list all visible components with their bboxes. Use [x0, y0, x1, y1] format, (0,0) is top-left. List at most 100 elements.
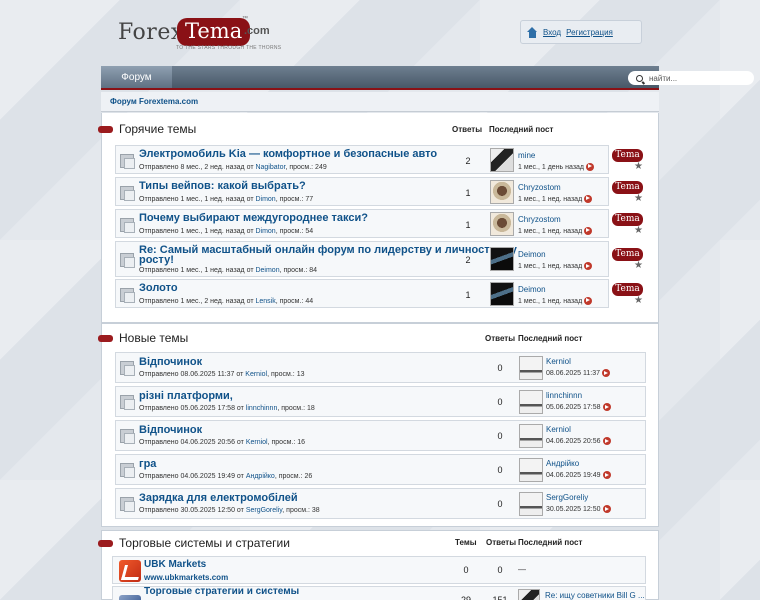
go-to-post-icon[interactable] [602, 437, 611, 445]
star-icon[interactable]: ★ [634, 193, 643, 204]
topic-title-link[interactable]: Відпочинок [139, 356, 202, 368]
topic-row[interactable]: Відпочинок Отправлено 08.06.2025 11:37 от… [115, 352, 646, 383]
topic-author-link[interactable]: Kerniol [245, 371, 267, 378]
topic-author-link[interactable]: linnchinnn [246, 405, 278, 412]
last-post-user[interactable]: Андрійко [546, 459, 579, 468]
topic-title-link[interactable]: гра [139, 458, 156, 470]
topic-replies-count: 0 [497, 431, 503, 441]
search-icon[interactable] [636, 74, 643, 82]
breadcrumb: Форум Forextema.com [101, 92, 659, 112]
avatar[interactable] [518, 589, 540, 600]
topic-author-link[interactable]: Dimon [255, 228, 275, 235]
avatar[interactable] [490, 247, 514, 271]
forum-last-post[interactable]: Re: ищу советники Bill G ... [545, 591, 645, 600]
topic-icon [120, 395, 135, 410]
last-post-time: 1 мес., 1 нед. назад [518, 296, 593, 305]
topic-row[interactable]: різні платформи, Отправлено 05.06.2025 17… [115, 386, 646, 417]
go-to-post-icon[interactable] [602, 505, 611, 513]
avatar[interactable] [490, 147, 514, 172]
logo-com-text: .com [244, 25, 270, 37]
avatar[interactable] [519, 458, 543, 482]
last-post-user[interactable]: Chryzostom [518, 215, 561, 224]
site-logo[interactable]: Forex Tema ™ .com TO THE STARS THROUGH T… [118, 14, 281, 56]
topic-icon [120, 429, 135, 444]
topic-author-link[interactable]: Dimon [255, 196, 275, 203]
topic-meta-views: , просм.: 77 [275, 196, 314, 203]
avatar[interactable] [490, 281, 514, 306]
topic-author-link[interactable]: Nagibator [255, 164, 285, 171]
forum-title[interactable]: UBK Markets [144, 559, 206, 570]
search-input[interactable]: найти... [649, 74, 677, 83]
topic-meta-views: , просм.: 38 [282, 507, 320, 514]
topic-replies-count: 2 [465, 155, 471, 166]
topic-author-link[interactable]: Lensik [255, 298, 275, 305]
forum-row-strategies[interactable]: Торговые стратегии и системы 29 151 Re: … [112, 586, 646, 600]
last-post-user[interactable]: mine [518, 151, 535, 160]
go-to-post-icon[interactable] [586, 162, 595, 171]
login-link[interactable]: Вход [543, 28, 561, 37]
topic-title-link[interactable]: Типы вейпов: какой выбрать? [139, 180, 306, 192]
topic-title-link[interactable]: Зарядка для електромобілей [139, 492, 298, 504]
last-post-user[interactable]: Kerniol [546, 357, 571, 366]
topic-meta-views: , просм.: 16 [267, 439, 306, 446]
go-to-post-icon[interactable] [584, 226, 593, 235]
avatar[interactable] [519, 390, 543, 414]
topic-row[interactable]: гра Отправлено 04.06.2025 19:49 от Андрій… [115, 454, 646, 485]
go-to-post-icon[interactable] [584, 262, 593, 270]
new-topics-title: Новые темы [119, 331, 189, 345]
last-post-user[interactable]: SergGoreliy [546, 493, 588, 502]
topic-title-link[interactable]: різні платформи, [139, 390, 233, 402]
star-icon[interactable]: ★ [634, 295, 643, 306]
breadcrumb-home-link[interactable]: Форум Forextema.com [110, 97, 198, 106]
go-to-post-icon[interactable] [584, 194, 593, 203]
star-icon[interactable]: ★ [634, 225, 643, 236]
systems-col-last-post: Последний пост [518, 538, 583, 547]
home-icon[interactable] [527, 26, 538, 38]
avatar[interactable] [490, 179, 514, 204]
forum-subtitle[interactable]: www.ubkmarkets.com [144, 573, 228, 582]
forum-title[interactable]: Торговые стратегии и системы [144, 586, 299, 597]
last-post-time-text: 04.06.2025 20:56 [546, 437, 601, 445]
avatar[interactable] [519, 492, 543, 516]
topic-row[interactable]: Зарядка для електромобілей Отправлено 30.… [115, 488, 646, 519]
topic-row[interactable]: Re: Самый масштабный онлайн форум по лид… [115, 241, 609, 277]
topic-row[interactable]: Золото Отправлено 1 мес., 2 нед. назад от… [115, 279, 609, 308]
topic-title-link-cont[interactable]: росту! [139, 254, 174, 266]
topic-author-link[interactable]: Андрійко [246, 473, 275, 480]
last-post-user[interactable]: Chryzostom [518, 183, 561, 192]
topic-row[interactable]: Типы вейпов: какой выбрать? Отправлено 1 … [115, 177, 609, 206]
topic-title-link[interactable]: Золото [139, 282, 178, 294]
topic-row[interactable]: Почему выбирают междугороднее такси? Отпр… [115, 209, 609, 238]
topic-meta: Отправлено 30.05.2025 12:50 от SergGorel… [139, 507, 320, 514]
last-post-user[interactable]: Deimon [518, 250, 546, 259]
tab-forum[interactable]: Форум [101, 66, 172, 88]
avatar[interactable] [519, 424, 543, 448]
go-to-post-icon[interactable] [584, 296, 593, 305]
forum-row-ubk[interactable]: UBK Markets www.ubkmarkets.com 0 0 — [112, 556, 646, 584]
topic-author-link[interactable]: Kerniol [246, 439, 268, 446]
topic-title-link[interactable]: Почему выбирают междугороднее такси? [139, 212, 368, 224]
topic-author-link[interactable]: SergGoreliy [246, 507, 282, 514]
topic-row[interactable]: Відпочинок Отправлено 04.06.2025 20:56 от… [115, 420, 646, 451]
topic-icon [120, 463, 135, 478]
last-post-user[interactable]: Kerniol [546, 425, 571, 434]
register-link[interactable]: Регистрация [566, 28, 613, 37]
star-icon[interactable]: ★ [634, 161, 643, 172]
go-to-post-icon[interactable] [601, 369, 610, 377]
topic-title-link[interactable]: Відпочинок [139, 424, 202, 436]
star-icon[interactable]: ★ [634, 260, 643, 271]
topic-icon [120, 287, 135, 303]
topic-author-link[interactable]: Deimon [255, 267, 279, 274]
search-box[interactable]: найти... [628, 71, 754, 85]
go-to-post-icon[interactable] [602, 471, 611, 479]
avatar[interactable] [519, 356, 543, 380]
last-post-user[interactable]: Deimon [518, 285, 546, 294]
last-post-user[interactable]: linnchinnn [546, 391, 582, 400]
forum-icon [119, 560, 141, 582]
last-post-time-text: 30.05.2025 12:50 [546, 505, 601, 513]
topic-replies-count: 0 [497, 363, 503, 373]
avatar[interactable] [490, 211, 514, 236]
topic-title-link[interactable]: Электромобиль Kia — комфортное и безопас… [139, 148, 437, 160]
go-to-post-icon[interactable] [602, 403, 611, 411]
topic-row[interactable]: Электромобиль Kia — комфортное и безопас… [115, 145, 609, 174]
